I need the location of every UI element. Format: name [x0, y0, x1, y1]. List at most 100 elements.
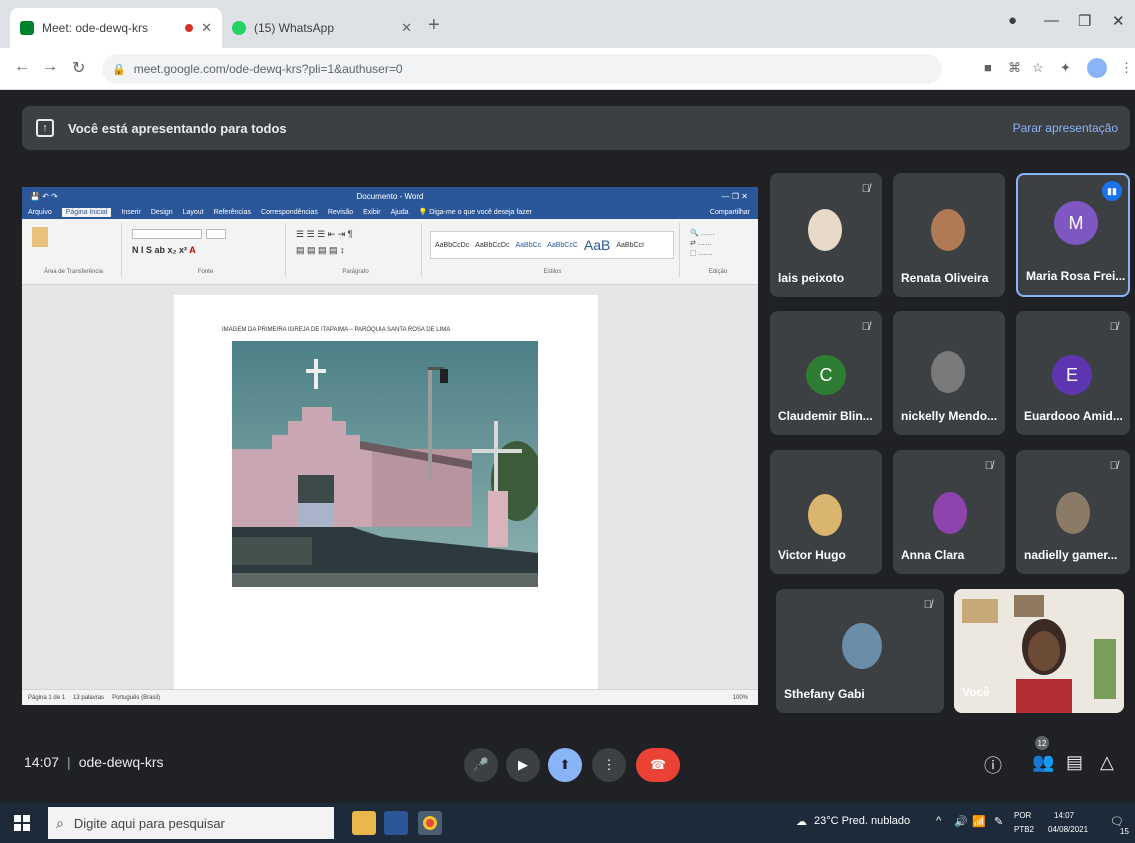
close-window-button[interactable]: ✕ [1112, 12, 1125, 30]
camera-indicator-icon[interactable]: ■ [984, 60, 992, 75]
word-tab: Inserir [121, 208, 141, 216]
avatar: C [806, 355, 846, 395]
participant-tile-speaking[interactable]: ▮▮ M Maria Rosa Frei... [1016, 173, 1130, 297]
recording-dot-icon [185, 24, 194, 32]
people-icon[interactable]: 👥 [1032, 752, 1054, 773]
word-tab: Exibir [363, 208, 381, 216]
profile-avatar[interactable] [1087, 58, 1107, 78]
taskbar-search[interactable]: ⌕ Digite aqui para pesquisar [48, 807, 334, 839]
meeting-details-icon[interactable]: ⓘ [984, 752, 1002, 778]
translate-icon[interactable]: ⌘ [1008, 60, 1021, 76]
participant-tile[interactable]: 🎙̸ E Euardooo Amid... [1016, 311, 1130, 435]
back-button[interactable]: ← [14, 58, 30, 76]
tab-title: (15) WhatsApp [254, 21, 335, 35]
reload-button[interactable]: ↻ [72, 58, 85, 78]
participant-tile[interactable]: Renata Oliveira [893, 173, 1005, 297]
word-tab: Referências [213, 208, 252, 216]
activities-icon[interactable]: △ [1100, 752, 1114, 773]
weather-icon[interactable]: ☁ [796, 815, 807, 828]
taskbar-time[interactable]: 14:07 [1054, 811, 1074, 820]
microphone-button[interactable]: 🎤 [464, 748, 498, 782]
chrome-menu-icon[interactable]: ⋮ [1120, 60, 1133, 76]
style-heading1: AaBbCc [515, 241, 542, 249]
speaking-indicator-icon: ▮▮ [1102, 181, 1122, 201]
bookmark-star-icon[interactable]: ☆ [1032, 60, 1044, 76]
participant-tile[interactable]: nickelly Mendo... [893, 311, 1005, 435]
extensions-icon[interactable]: ✦ [1060, 60, 1071, 76]
avatar [931, 351, 965, 393]
self-video-tile[interactable]: Você [954, 589, 1124, 713]
paste-icon [32, 227, 48, 247]
close-tab-icon[interactable]: ✕ [201, 20, 212, 36]
tray-up-arrow-icon[interactable]: ^ [936, 815, 941, 827]
search-placeholder: Digite aqui para pesquisar [73, 815, 225, 831]
meet-favicon-icon [20, 21, 34, 35]
ribbon-group-editing: 🔍 …… ⇄ …… ⬚ …… Edição [684, 223, 752, 277]
editing-icons: 🔍 …… ⇄ …… ⬚ …… [690, 230, 715, 257]
word-app-icon[interactable] [384, 811, 408, 835]
document-caption: IMAGEM DA PRIMEIRA IGREJA DE ITAPAIMA – … [222, 327, 451, 333]
participant-tile[interactable]: 🎙̸ Sthefany Gabi [776, 589, 944, 713]
forward-button[interactable]: → [42, 58, 58, 76]
stop-presenting-button[interactable]: Parar apresentação [1013, 121, 1118, 135]
tray-network-icon[interactable]: 📶 [972, 815, 986, 828]
muted-mic-icon: 🎙̸ [861, 183, 870, 195]
notifications-count: 15 [1120, 827, 1129, 836]
muted-mic-icon: 🎙̸ [923, 599, 932, 611]
ribbon-group-label: Estilos [543, 269, 562, 275]
lock-icon: 🔒 [112, 63, 126, 76]
ribbon-group-paragraph: ☰ ☰ ☰ ⇤ ⇥ ¶ ▤ ▤ ▤ ▤ ↕ Parágrafo [290, 223, 422, 277]
status-zoom: 100% [732, 694, 748, 701]
present-screen-button[interactable]: ⬆ [548, 748, 582, 782]
lang-indicator-bottom[interactable]: PTB2 [1014, 825, 1034, 834]
word-tab: Layout [182, 208, 204, 216]
avatar [933, 492, 967, 534]
participant-name: Anna Clara [901, 548, 965, 562]
more-options-button[interactable]: ⋮ [592, 748, 626, 782]
tab-meet[interactable]: Meet: ode-dewq-krs ✕ [10, 8, 222, 48]
tray-pen-icon[interactable]: ✎ [994, 815, 1003, 828]
participant-name: Euardooo Amid... [1024, 409, 1123, 423]
chat-icon[interactable]: ▤ [1066, 752, 1083, 773]
chrome-app-icon[interactable] [418, 811, 442, 835]
lang-indicator-top[interactable]: POR [1014, 811, 1031, 820]
church-photo [232, 341, 538, 587]
camera-button[interactable]: ▶ [506, 748, 540, 782]
participant-tile[interactable]: 🎙̸ Anna Clara [893, 450, 1005, 574]
status-words: 13 palavras [73, 694, 105, 701]
presenting-banner: ↑ Você está apresentando para todos Para… [22, 106, 1130, 150]
media-control-icon[interactable]: ● [1008, 12, 1017, 29]
close-tab-icon[interactable]: ✕ [401, 20, 412, 36]
search-icon: ⌕ [56, 814, 64, 831]
muted-mic-icon: 🎙̸ [1109, 321, 1118, 333]
word-ribbon-tabs: Arquivo Página Inicial Inserir Design La… [22, 205, 758, 219]
avatar [931, 209, 965, 251]
minimize-button[interactable]: — [1044, 12, 1059, 29]
file-explorer-icon[interactable] [352, 811, 376, 835]
participant-tile[interactable]: Victor Hugo [770, 450, 882, 574]
address-url: meet.google.com/ode-dewq-krs?pli=1&authu… [133, 62, 403, 76]
windows-taskbar: ⌕ Digite aqui para pesquisar ☁ 23°C Pred… [0, 803, 1135, 843]
participant-tile[interactable]: 🎙̸ nadielly gamer... [1016, 450, 1130, 574]
ribbon-group-label: Área de Transferência [43, 269, 104, 275]
style-nospacing: AaBbCcDc [475, 241, 510, 249]
styles-gallery: AaBbCcDc AaBbCcDc AaBbCc AaBbCcC AaB AaB… [430, 231, 674, 259]
word-share-button: Compartilhar [709, 208, 750, 216]
font-size-box [206, 229, 226, 239]
weather-text[interactable]: 23°C Pred. nublado [814, 815, 910, 827]
participant-tile[interactable]: 🎙̸ C Claudemir Blin... [770, 311, 882, 435]
tab-whatsapp[interactable]: (15) WhatsApp ✕ [222, 8, 422, 48]
tab-title: Meet: ode-dewq-krs [42, 21, 149, 35]
participant-tile[interactable]: 🎙̸ lais peixoto [770, 173, 882, 297]
windows-start-icon[interactable] [14, 815, 30, 831]
tray-sound-icon[interactable]: 🔊 [954, 815, 968, 828]
new-tab-button[interactable]: + [428, 14, 440, 37]
hang-up-button[interactable]: ☎ [636, 748, 680, 782]
taskbar-date[interactable]: 04/08/2021 [1048, 825, 1088, 834]
word-tab: Revisão [327, 208, 354, 216]
address-bar[interactable]: 🔒 meet.google.com/ode-dewq-krs?pli=1&aut… [102, 54, 942, 84]
browser-toolbar: ← → ↻ 🔒 meet.google.com/ode-dewq-krs?pli… [0, 48, 1135, 90]
font-format-icons: N I S ab x₂ x² A [132, 245, 196, 255]
maximize-button[interactable]: ❐ [1078, 12, 1091, 30]
church-photo-drawing [232, 341, 538, 587]
